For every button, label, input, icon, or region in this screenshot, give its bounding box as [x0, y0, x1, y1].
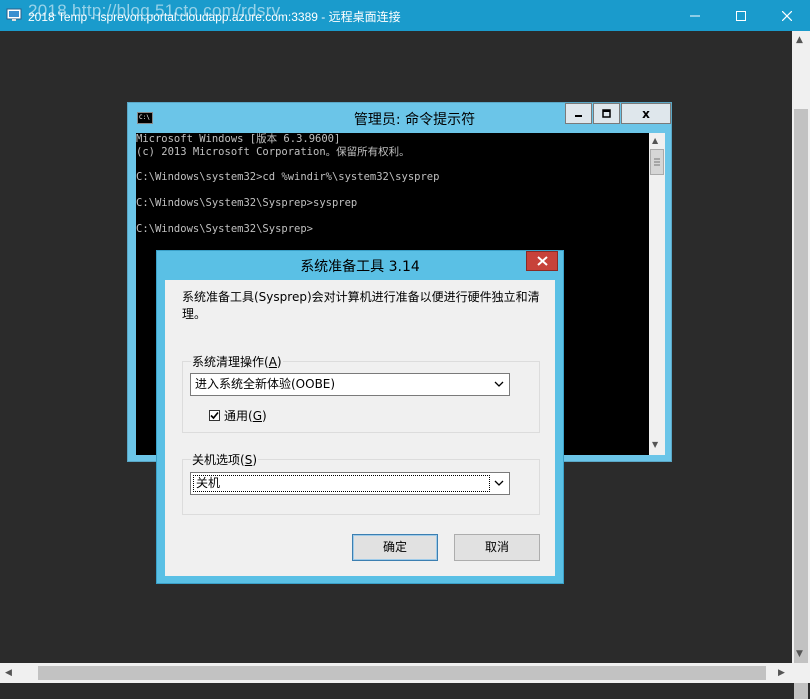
cmd-close-button[interactable]: x — [621, 103, 671, 124]
horizontal-scroll-thumb[interactable] — [38, 666, 766, 680]
dialog-body: 系统准备工具(Sysprep)会对计算机进行准备以便进行硬件独立和清理。 系统清… — [165, 280, 555, 576]
console-line: Microsoft Windows [版本 6.3.9600] — [136, 133, 341, 145]
cmd-minimize-button[interactable] — [565, 103, 592, 124]
checkbox-box[interactable] — [209, 410, 220, 421]
cmd-titlebar[interactable]: C:\ 管理员: 命令提示符 x — [128, 103, 671, 133]
checkmark-icon — [210, 411, 219, 420]
minimize-icon — [575, 115, 582, 117]
cancel-button[interactable]: 取消 — [454, 534, 540, 561]
close-icon — [782, 10, 792, 21]
console-line: C:\Windows\System32\Sysprep>sysprep — [136, 196, 358, 209]
watermark: 2018 http://blog.51cto.com/rdsrv — [28, 1, 281, 20]
cmd-maximize-button[interactable] — [593, 103, 620, 124]
scroll-down-arrow-icon[interactable]: ▼ — [652, 440, 658, 450]
scroll-left-arrow-icon[interactable]: ◀ — [5, 668, 12, 678]
generalize-checkbox[interactable]: 通用(G) — [209, 407, 267, 424]
maximize-button[interactable] — [718, 0, 764, 31]
cleanup-action-select[interactable]: 进入系统全新体验(OOBE) — [190, 373, 510, 396]
scroll-up-arrow-icon[interactable]: ▲ — [796, 35, 803, 45]
chevron-down-icon — [494, 381, 504, 387]
shutdown-option-select[interactable]: 关机 — [190, 472, 510, 495]
cleanup-action-group: 系统清理操作(A) 进入系统全新体验(OOBE) 通用(G) — [182, 353, 540, 433]
maximize-icon — [736, 10, 746, 21]
grip-icon — [654, 158, 660, 166]
console-line: (c) 2013 Microsoft Corporation。保留所有权利。 — [136, 145, 410, 158]
ok-button[interactable]: 确定 — [352, 534, 438, 561]
chevron-down-icon — [494, 480, 504, 486]
generalize-label: 通用(G) — [224, 409, 267, 423]
minimize-icon — [690, 15, 700, 16]
console-line: C:\Windows\System32\Sysprep> — [136, 222, 314, 235]
scroll-corner — [792, 663, 810, 683]
minimize-button[interactable] — [672, 0, 718, 31]
dialog-description: 系统准备工具(Sysprep)会对计算机进行准备以便进行硬件独立和清理。 — [182, 290, 540, 321]
generalize-text: 通用 — [224, 409, 249, 423]
cleanup-selected-value: 进入系统全新体验(OOBE) — [195, 377, 336, 391]
cleanup-accel-key: A — [268, 355, 277, 369]
close-button[interactable] — [764, 0, 810, 31]
sysprep-dialog[interactable]: 系统准备工具 3.14 系统准备工具(Sysprep)会对计算机进行准备以便进行… — [156, 250, 564, 584]
shutdown-value-text: 关机 — [196, 476, 221, 490]
close-icon — [536, 256, 548, 266]
remote-desktop-icon[interactable] — [6, 7, 22, 23]
dialog-close-button[interactable] — [526, 251, 558, 271]
shutdown-accel-key: S — [244, 453, 253, 467]
cmd-window-controls: x — [565, 103, 672, 125]
shutdown-selected-value: 关机 — [193, 475, 490, 492]
close-icon: x — [642, 106, 650, 121]
cleanup-group-text: 系统清理操作 — [192, 355, 265, 369]
scroll-down-arrow-icon[interactable]: ▼ — [796, 649, 803, 659]
generalize-accel-key: G — [252, 409, 263, 423]
shutdown-options-group: 关机选项(S) 关机 — [182, 451, 540, 515]
cmd-scroll-thumb[interactable] — [650, 149, 664, 175]
dialog-title: 系统准备工具 3.14 — [300, 259, 420, 275]
maximize-icon — [602, 109, 611, 118]
cleanup-group-label: 系统清理操作(A) — [191, 353, 283, 370]
vertical-scroll-thumb[interactable] — [794, 109, 808, 699]
rdp-vertical-scrollbar[interactable]: ▲ ▼ — [792, 31, 810, 699]
scroll-up-arrow-icon[interactable]: ▲ — [652, 136, 658, 146]
rdp-horizontal-scrollbar[interactable]: ◀ ▶ — [0, 663, 792, 683]
shutdown-group-label: 关机选项(S) — [191, 451, 259, 468]
console-line: C:\Windows\system32>cd %windir%\system32… — [136, 171, 440, 184]
shutdown-group-text: 关机选项 — [192, 453, 241, 467]
cmd-vertical-scrollbar[interactable]: ▲ ▼ — [649, 133, 665, 455]
scroll-right-arrow-icon[interactable]: ▶ — [778, 668, 785, 678]
